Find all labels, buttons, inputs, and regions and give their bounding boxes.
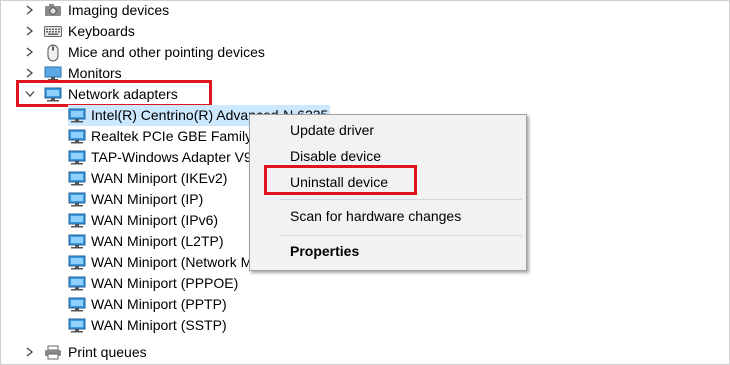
tree-item-label: WAN Miniport (IKEv2) — [91, 170, 228, 186]
tree-item-label: Mice and other pointing devices — [68, 44, 265, 60]
tree-item-label: Imaging devices — [68, 2, 170, 18]
network-adapter-icon — [68, 255, 86, 270]
tree-item-network-adapter[interactable]: TAP-Windows Adapter V9 — [68, 147, 252, 168]
tree-item-network-adapter[interactable]: WAN Miniport (PPPOE) — [68, 273, 238, 294]
tree-item-network-adapter[interactable]: WAN Miniport (PPTP) — [68, 294, 227, 315]
tree-item-label: WAN Miniport (PPTP) — [91, 296, 227, 312]
chevron-right-icon[interactable] — [24, 4, 36, 16]
camera-icon — [44, 3, 62, 21]
tree-item-label: WAN Miniport (SSTP) — [91, 317, 227, 333]
network-adapter-icon — [68, 234, 86, 249]
tree-item-label: Realtek PCIe GBE Family — [91, 128, 253, 144]
tree-item-label: Print queues — [68, 344, 147, 360]
chevron-right-icon[interactable] — [24, 25, 36, 37]
network-adapter-icon — [68, 171, 86, 186]
menu-item-update-driver[interactable]: Update driver — [290, 119, 374, 141]
network-adapter-icon — [68, 318, 86, 333]
menu-item-scan-hardware[interactable]: Scan for hardware changes — [290, 205, 461, 227]
tree-item-label: WAN Miniport (L2TP) — [91, 233, 224, 249]
menu-separator — [280, 235, 522, 236]
network-adapter-icon — [68, 108, 86, 123]
keyboard-icon — [44, 25, 62, 41]
network-adapter-icon — [68, 150, 86, 165]
tree-item-network-adapter[interactable]: WAN Miniport (IPv6) — [68, 210, 218, 231]
tree-item-label: TAP-Windows Adapter V9 — [91, 149, 252, 165]
tree-item-network-adapter[interactable]: WAN Miniport (SSTP) — [68, 315, 227, 336]
tree-item-label: WAN Miniport (PPPOE) — [91, 275, 239, 291]
tree-item-network-adapter[interactable]: Realtek PCIe GBE Family — [68, 126, 252, 147]
tree-item-network-adapter[interactable]: WAN Miniport (L2TP) — [68, 231, 224, 252]
tree-item-label: Keyboards — [68, 23, 135, 39]
menu-item-properties[interactable]: Properties — [290, 240, 359, 262]
chevron-right-icon[interactable] — [24, 67, 36, 79]
tree-item-network-adapter[interactable]: WAN Miniport (IKEv2) — [68, 168, 227, 189]
tree-item-label: WAN Miniport (IPv6) — [91, 212, 219, 228]
menu-item-disable-device[interactable]: Disable device — [290, 145, 381, 167]
network-adapter-icon — [68, 129, 86, 144]
network-adapter-icon — [68, 297, 86, 312]
tree-item-label: WAN Miniport (IP) — [91, 191, 204, 207]
network-adapter-icon — [68, 276, 86, 291]
chevron-right-icon[interactable] — [24, 346, 36, 358]
printer-icon — [44, 345, 62, 363]
highlight-box-uninstall-device — [264, 165, 417, 195]
highlight-box-network-adapters — [16, 80, 212, 107]
menu-separator — [280, 199, 522, 200]
chevron-right-icon[interactable] — [24, 46, 36, 58]
network-adapter-icon — [68, 213, 86, 228]
tree-item-network-adapter[interactable]: WAN Miniport (IP) — [68, 189, 203, 210]
mouse-icon — [46, 44, 60, 65]
network-adapter-icon — [68, 192, 86, 207]
